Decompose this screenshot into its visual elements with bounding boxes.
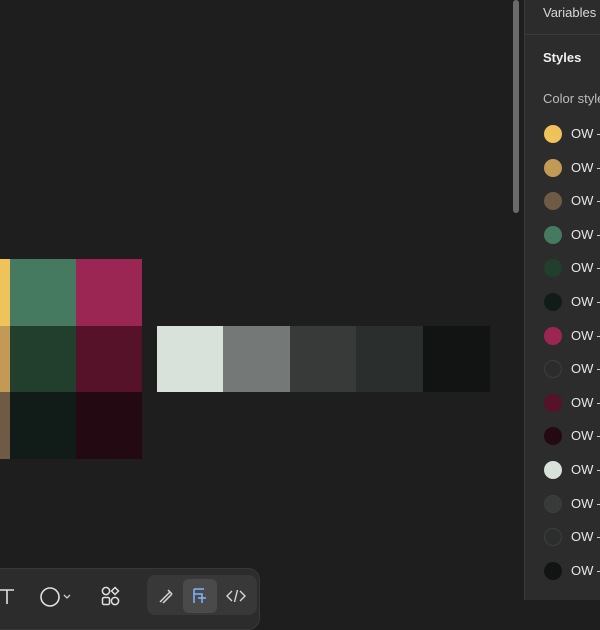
color-style-label: OW – Black [571, 562, 600, 578]
canvas-scrollbar[interactable] [510, 0, 524, 600]
color-style-swatch [544, 561, 562, 580]
color-style-item[interactable]: OW – Wine [525, 389, 600, 419]
color-style-item[interactable]: OW – Brown [525, 187, 600, 217]
color-style-swatch [544, 225, 562, 244]
draw-mode-button[interactable] [151, 583, 181, 609]
color-style-label: OW – Yellow [571, 126, 600, 141]
design-mode-button[interactable] [187, 583, 213, 609]
color-swatch[interactable] [10, 259, 76, 326]
neutral-swatch[interactable] [289, 326, 357, 392]
canvas[interactable] [0, 0, 524, 600]
color-style-item[interactable]: OW – Dark Green [525, 254, 600, 284]
neutral-swatch[interactable] [356, 326, 424, 392]
color-style-swatch [544, 125, 562, 143]
color-style-item[interactable]: OW – Green [525, 221, 600, 251]
scrollbar-thumb[interactable] [513, 0, 519, 213]
right-panel: Variables Styles Color styles OW – Yello… [524, 0, 600, 600]
color-style-item[interactable]: OW – Charcoal [525, 490, 600, 520]
pen-icon [159, 589, 173, 604]
color-style-item[interactable]: OW – Deep Green [525, 288, 600, 318]
components-icon [101, 586, 120, 606]
color-style-swatch [544, 293, 562, 311]
color-style-label: OW – Magenta [571, 327, 600, 343]
shape-tool-button[interactable] [33, 583, 77, 609]
color-swatch[interactable] [0, 326, 10, 392]
color-swatch[interactable] [0, 259, 10, 326]
color-style-label: OW – Slate [571, 529, 600, 545]
color-style-label: OW – Charcoal [571, 495, 600, 511]
color-style-swatch [544, 427, 562, 446]
color-style-label: OW – Mist [571, 462, 600, 477]
color-style-swatch [544, 192, 562, 211]
neutral-swatch[interactable] [223, 326, 291, 392]
code-icon [226, 589, 246, 603]
neutral-swatch[interactable] [157, 326, 224, 392]
color-swatch[interactable] [76, 259, 142, 326]
color-style-swatch [544, 461, 562, 479]
dev-mode-button[interactable] [221, 583, 251, 609]
color-style-item[interactable]: OW – Slate [525, 523, 600, 553]
color-style-swatch [544, 393, 562, 412]
components-tool-button[interactable] [97, 583, 125, 609]
color-style-label: OW – Green [571, 226, 600, 242]
color-swatch[interactable] [10, 392, 76, 459]
color-swatch[interactable] [76, 392, 142, 459]
color-style-label: OW – Blank [571, 361, 600, 377]
color-styles-group-title[interactable]: Color styles [543, 91, 600, 106]
color-style-swatch [544, 259, 562, 278]
ellipse-icon [40, 587, 60, 607]
color-swatch[interactable] [10, 326, 76, 392]
color-style-item[interactable]: OW – Yellow [525, 120, 600, 150]
color-style-label: OW – Dark Green [571, 260, 600, 276]
color-style-item[interactable]: OW – Magenta [525, 322, 600, 352]
color-style-label: OW – Deep Wine [571, 428, 600, 444]
color-style-item[interactable]: OW – Gold [525, 154, 600, 184]
color-style-swatch [544, 494, 562, 513]
color-style-label: OW – Brown [571, 193, 600, 209]
variables-heading[interactable]: Variables [543, 5, 596, 20]
neutral-swatch[interactable] [422, 326, 490, 392]
color-swatch[interactable] [76, 326, 142, 392]
color-style-item[interactable]: OW – Blank [525, 355, 600, 385]
text-tool-button[interactable] [0, 583, 21, 609]
color-style-label: OW – Deep Green [571, 294, 600, 309]
panel-divider [525, 34, 600, 35]
color-style-item[interactable]: OW – Mist [525, 456, 600, 486]
color-style-swatch [544, 326, 562, 345]
color-style-label: OW – Gold [571, 159, 600, 175]
color-style-swatch [544, 528, 562, 547]
color-swatch[interactable] [0, 392, 10, 459]
color-style-swatch [544, 360, 562, 379]
color-style-swatch [544, 158, 562, 177]
bottom-toolbar [0, 568, 260, 630]
layers-icon [193, 588, 206, 603]
color-style-label: OW – Wine [571, 394, 600, 410]
color-style-item[interactable]: OW – Deep Wine [525, 422, 600, 452]
color-style-item[interactable]: OW – Black [525, 557, 600, 587]
styles-section-title: Styles [543, 50, 582, 65]
text-icon [0, 589, 14, 604]
